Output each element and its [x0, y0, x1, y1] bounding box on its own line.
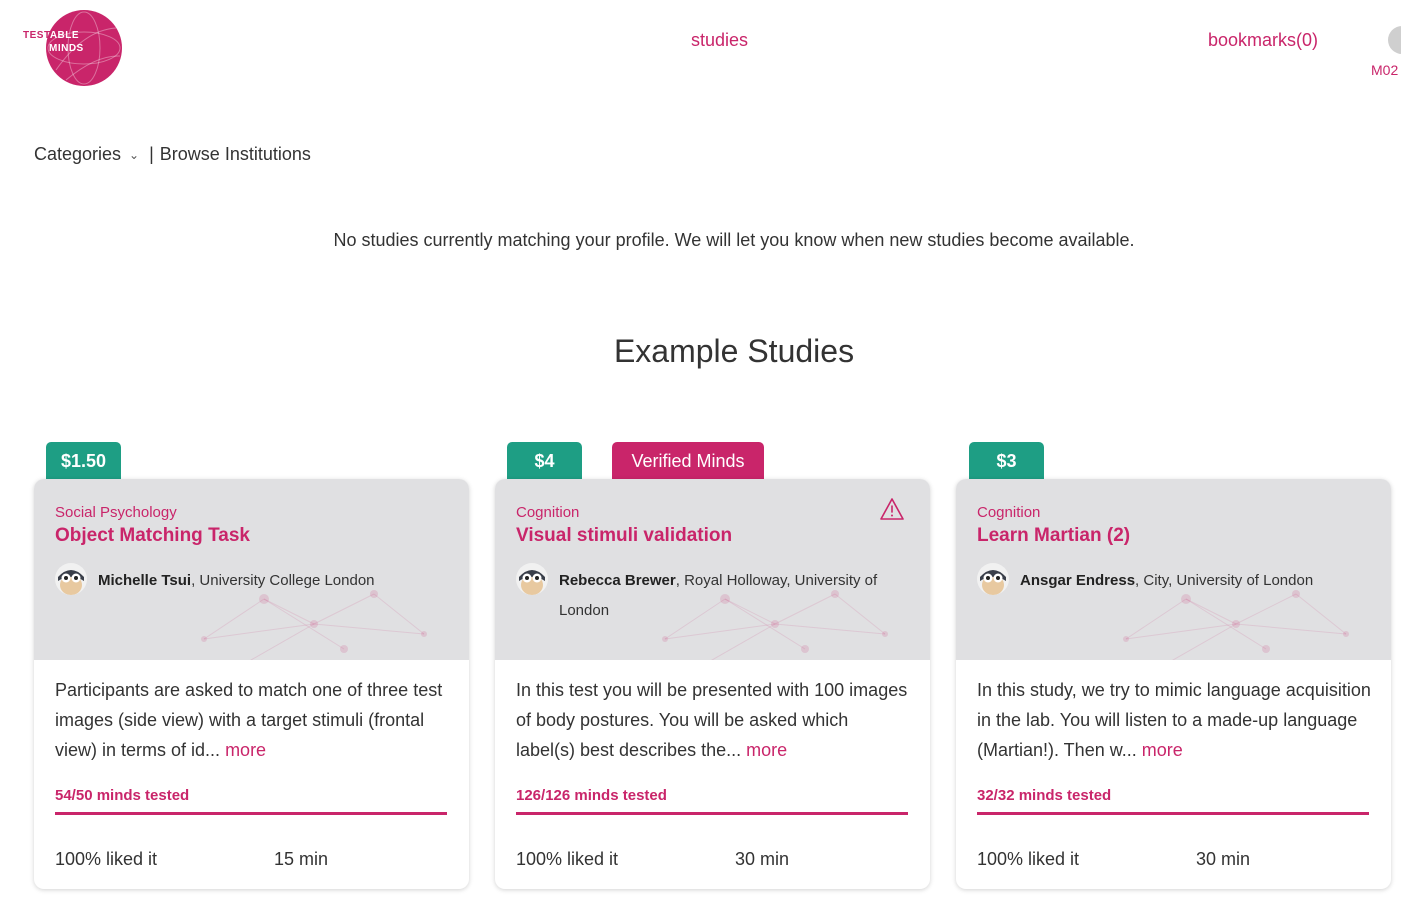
study-category[interactable]: Social Psychology — [55, 504, 177, 521]
more-link[interactable]: more — [746, 740, 787, 760]
researcher-avatar — [516, 563, 548, 595]
researcher-name[interactable]: Ansgar Endress — [1020, 572, 1135, 589]
testable-minds-logo[interactable]: TESTABLE MINDS — [22, 10, 126, 88]
study-duration: 30 min — [1196, 849, 1251, 869]
more-link[interactable]: more — [1142, 740, 1183, 760]
logo-text-line1: TESTABLE — [23, 30, 80, 41]
researcher-institution: , City, University of London — [1135, 572, 1314, 589]
user-code[interactable]: M02 — [1371, 62, 1398, 78]
study-title[interactable]: Learn Martian (2) — [977, 525, 1130, 547]
study-title[interactable]: Object Matching Task — [55, 525, 250, 547]
verified-minds-badge[interactable]: Verified Minds — [612, 442, 764, 480]
price-tag: $1.50 — [46, 442, 121, 480]
browse-institutions-link[interactable]: Browse Institutions — [160, 144, 311, 165]
researcher-avatar — [977, 563, 1009, 595]
study-category[interactable]: Cognition — [977, 504, 1040, 521]
filter-bar: Categories ⌄ | Browse Institutions — [34, 144, 311, 165]
liked-percentage: 100% liked it — [977, 849, 1080, 869]
study-card-header: Cognition Visual stimuli validation Rebe… — [495, 479, 930, 660]
more-link[interactable]: more — [225, 740, 266, 760]
warning-triangle-icon[interactable] — [879, 497, 905, 521]
researcher-name[interactable]: Rebecca Brewer — [559, 572, 676, 589]
tested-progress-bar — [977, 812, 1369, 815]
nav-bookmarks-link[interactable]: bookmarks(0) — [1208, 30, 1318, 51]
tested-progress-bar — [55, 812, 447, 815]
study-description: Participants are asked to match one of t… — [55, 680, 443, 760]
study-card[interactable]: Social Psychology Object Matching Task M… — [34, 479, 469, 889]
researcher-info: Michelle Tsui, University College London — [98, 566, 438, 596]
researcher-avatar — [55, 563, 87, 595]
study-description: In this study, we try to mimic language … — [977, 680, 1371, 760]
price-tag: $3 — [969, 442, 1044, 480]
minds-tested-count: 54/50 minds tested — [55, 787, 190, 804]
researcher-info: Rebecca Brewer, Royal Holloway, Universi… — [559, 566, 899, 626]
user-avatar[interactable] — [1388, 26, 1401, 54]
study-duration: 30 min — [735, 849, 790, 869]
study-category[interactable]: Cognition — [516, 504, 579, 521]
researcher-institution: , University College London — [191, 572, 375, 589]
study-card-header: Social Psychology Object Matching Task M… — [34, 479, 469, 660]
chevron-down-icon[interactable]: ⌄ — [129, 148, 139, 162]
study-card[interactable]: Cognition Learn Martian (2) Ansgar Endre… — [956, 479, 1391, 889]
minds-tested-count: 32/32 minds tested — [977, 787, 1112, 804]
no-studies-message: No studies currently matching your profi… — [333, 230, 1135, 250]
filter-separator: | — [149, 144, 154, 164]
study-description: In this test you will be presented with … — [516, 680, 908, 760]
nav-studies-link[interactable]: studies — [691, 30, 748, 51]
categories-dropdown[interactable]: Categories — [34, 144, 121, 165]
top-header: TESTABLE MINDS studies bookmarks(0) M02 — [0, 0, 1401, 100]
study-card-header: Cognition Learn Martian (2) Ansgar Endre… — [956, 479, 1391, 660]
study-duration: 15 min — [274, 849, 329, 869]
minds-tested-count: 126/126 minds tested — [516, 787, 667, 804]
study-card[interactable]: Cognition Visual stimuli validation Rebe… — [495, 479, 930, 889]
researcher-name[interactable]: Michelle Tsui — [98, 572, 191, 589]
liked-percentage: 100% liked it — [55, 849, 158, 869]
example-studies-heading: Example Studies — [613, 333, 855, 369]
logo-text-line2: MINDS — [49, 43, 84, 54]
liked-percentage: 100% liked it — [516, 849, 619, 869]
researcher-info: Ansgar Endress, City, University of Lond… — [1020, 566, 1360, 596]
tested-progress-bar — [516, 812, 908, 815]
study-title[interactable]: Visual stimuli validation — [516, 525, 732, 547]
price-tag: $4 — [507, 442, 582, 480]
